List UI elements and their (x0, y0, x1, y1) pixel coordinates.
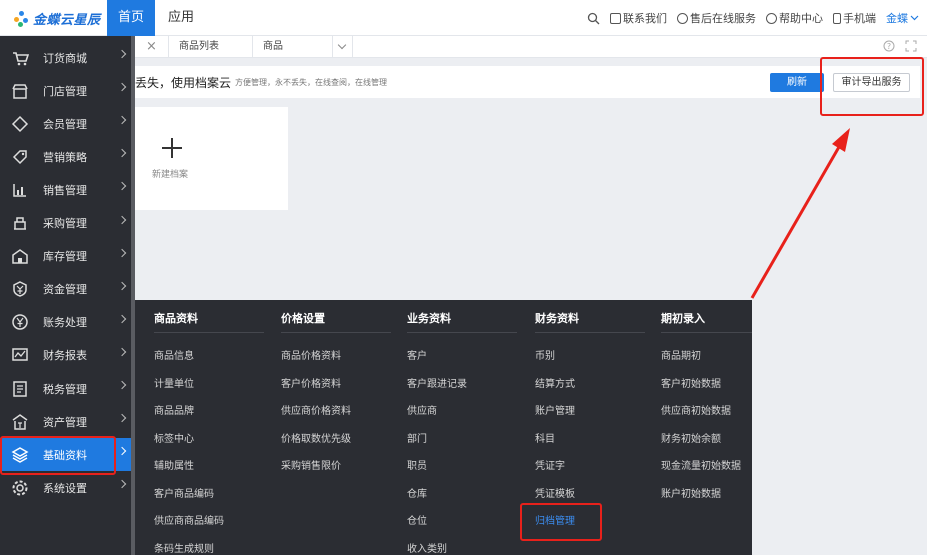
annotation-arrow (750, 128, 850, 299)
